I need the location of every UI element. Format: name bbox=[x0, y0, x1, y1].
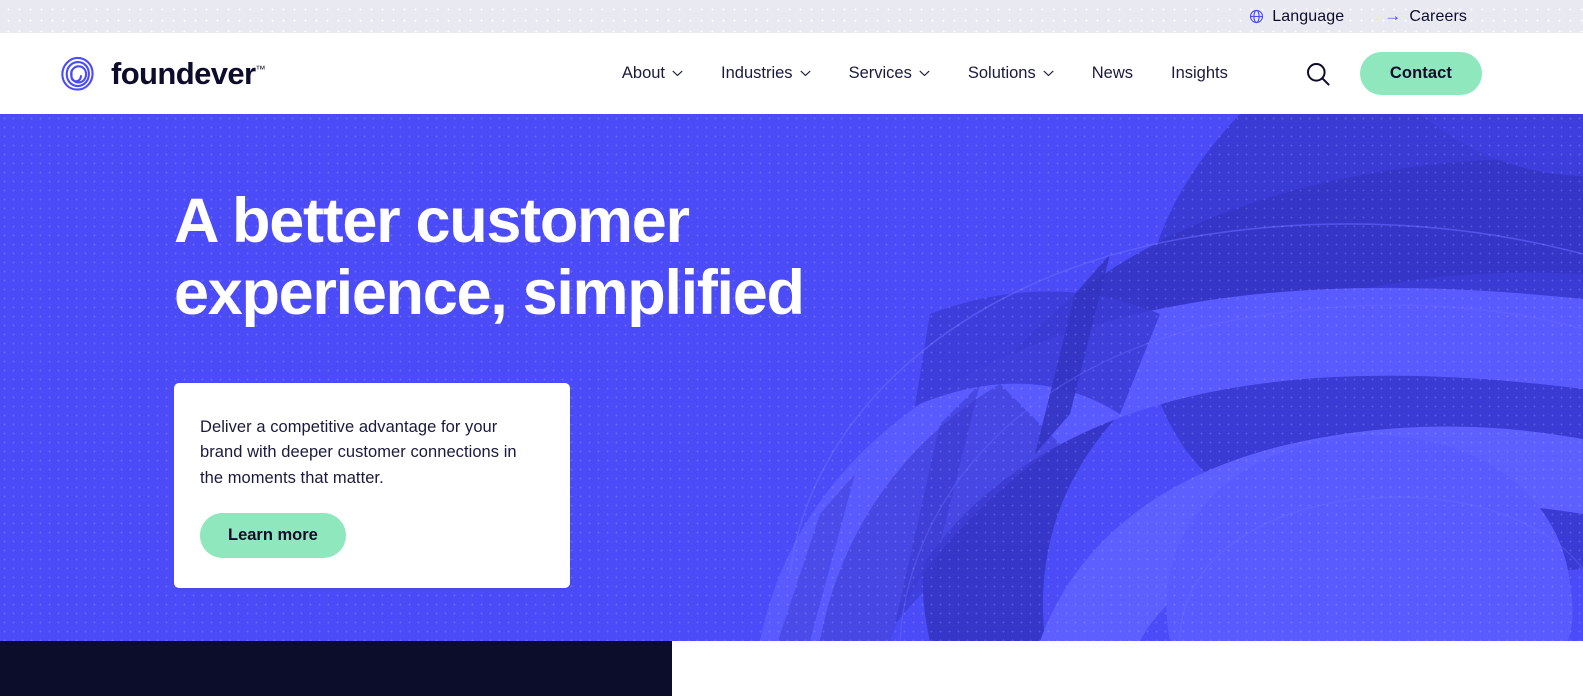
nav-tools: Contact bbox=[1304, 52, 1482, 95]
arrow-right-icon: → bbox=[1384, 6, 1402, 25]
main-navbar: foundever™ About Industries Services Sol… bbox=[0, 33, 1583, 114]
nav-item-label: Services bbox=[848, 64, 912, 83]
brand-logo-link[interactable]: foundever™ bbox=[55, 52, 265, 96]
hero-content: A better customer experience, simplified… bbox=[0, 114, 1583, 588]
below-fold-light-block bbox=[672, 641, 1583, 696]
globe-icon bbox=[1249, 9, 1264, 24]
utility-bar: Language → Careers bbox=[0, 0, 1583, 33]
page-root: Language → Careers foundever™ About Indu… bbox=[0, 0, 1583, 696]
nav-item-label: Insights bbox=[1171, 64, 1228, 83]
nav-item-news[interactable]: News bbox=[1092, 65, 1133, 82]
brand-wordmark: foundever™ bbox=[111, 56, 266, 91]
trademark-symbol: ™ bbox=[255, 64, 266, 76]
hero-card-body: Deliver a competitive advantage for your… bbox=[200, 417, 517, 487]
search-icon[interactable] bbox=[1304, 60, 1332, 88]
chevron-down-icon bbox=[800, 70, 811, 77]
nav-item-label: Industries bbox=[721, 64, 793, 83]
chevron-down-icon bbox=[919, 70, 930, 77]
utility-link-label: Language bbox=[1272, 7, 1345, 25]
hero-headline-line-1: A better customer bbox=[174, 186, 690, 256]
nav-item-industries[interactable]: Industries bbox=[721, 65, 811, 82]
hero-section: A better customer experience, simplified… bbox=[0, 114, 1583, 641]
utility-link-label: Careers bbox=[1409, 7, 1467, 25]
learn-more-button[interactable]: Learn more bbox=[200, 513, 346, 558]
hero-cta-card: Deliver a competitive advantage for your… bbox=[174, 382, 570, 588]
nav-item-label: News bbox=[1091, 64, 1133, 83]
nav-item-label: Solutions bbox=[967, 64, 1036, 83]
hero-headline-line-2: experience, simplified bbox=[174, 257, 805, 328]
nav-item-label: About bbox=[621, 64, 666, 83]
nav-item-about[interactable]: About bbox=[622, 65, 683, 82]
foundever-spiral-logo-icon bbox=[55, 52, 99, 96]
chevron-down-icon bbox=[1043, 70, 1054, 77]
utility-link-language[interactable]: Language bbox=[1249, 7, 1345, 25]
nav-item-services[interactable]: Services bbox=[849, 65, 930, 82]
below-fold-strip bbox=[0, 641, 1583, 696]
contact-button[interactable]: Contact bbox=[1359, 52, 1482, 95]
nav-item-solutions[interactable]: Solutions bbox=[968, 65, 1054, 82]
utility-link-careers[interactable]: → Careers bbox=[1384, 6, 1467, 25]
nav-item-insights[interactable]: Insights bbox=[1171, 65, 1228, 82]
primary-nav: About Industries Services Solutions News… bbox=[622, 52, 1482, 95]
hero-headline: A better customer experience, simplified bbox=[174, 186, 874, 330]
chevron-down-icon bbox=[672, 70, 683, 77]
below-fold-dark-block bbox=[0, 641, 672, 696]
